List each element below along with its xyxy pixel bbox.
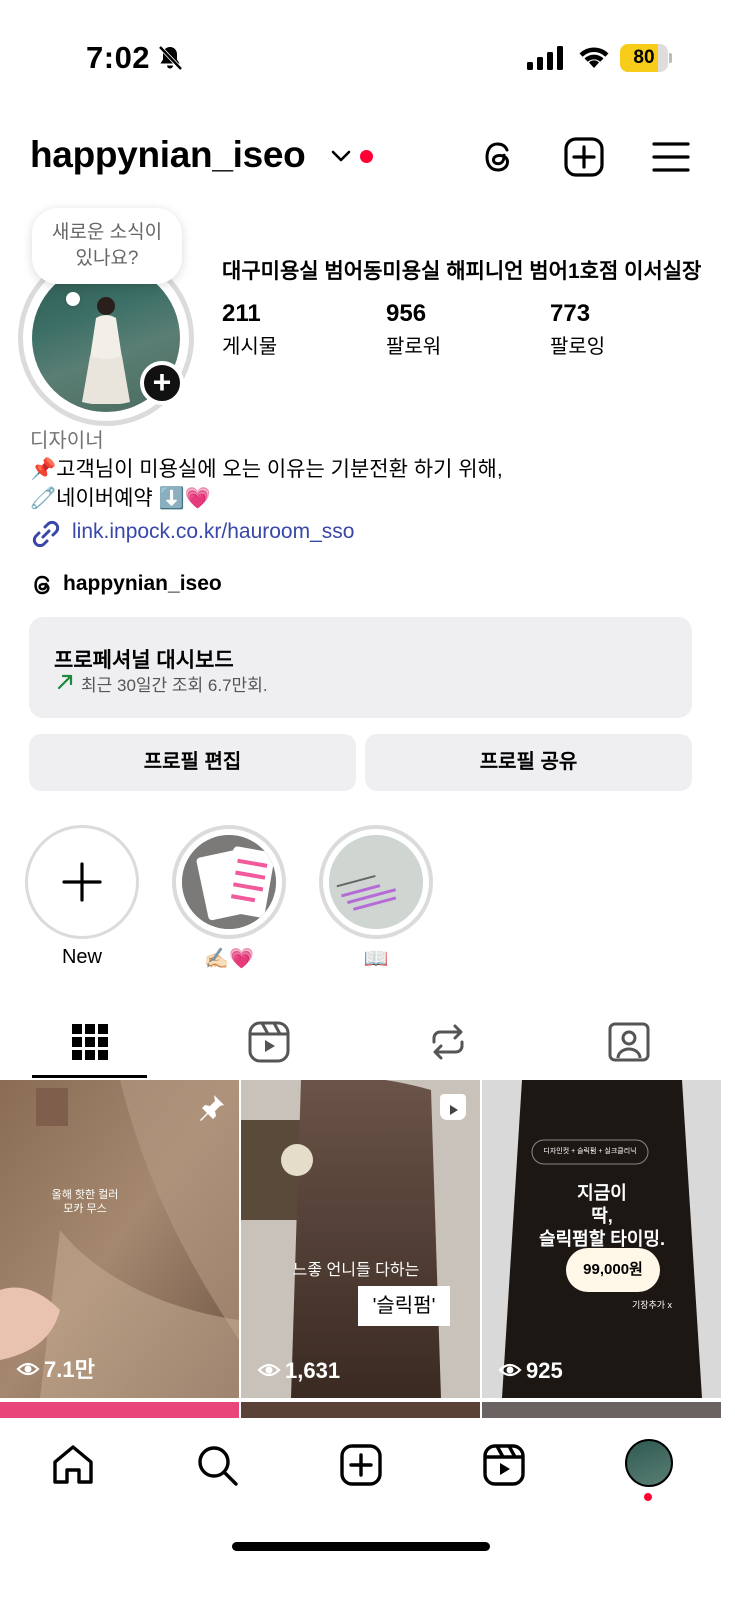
notification-dot bbox=[360, 150, 373, 163]
reel-icon bbox=[440, 1094, 466, 1120]
view-count: 1,631 bbox=[257, 1358, 340, 1384]
view-count-value: 1,631 bbox=[285, 1358, 341, 1383]
link-icon bbox=[32, 520, 60, 548]
share-profile-button[interactable]: 프로필 공유 bbox=[365, 734, 692, 791]
highlight-label: 📖 bbox=[363, 948, 389, 970]
note-text: 새로운 소식이 있나요? bbox=[51, 222, 163, 269]
post-note: 기장추가 x bbox=[631, 1300, 673, 1310]
cell-signal-icon bbox=[527, 46, 563, 70]
pin-icon bbox=[200, 1095, 224, 1121]
link-text: link.inpock.co.kr/hauroom_sso bbox=[72, 520, 355, 543]
profile-tabs bbox=[0, 1010, 735, 1080]
grid-icon[interactable] bbox=[68, 1020, 112, 1064]
highlight-item[interactable] bbox=[319, 825, 433, 939]
battery-indicator: 80 bbox=[620, 44, 672, 72]
stat-value: 211 bbox=[222, 300, 261, 327]
stat-label: 팔로잉 bbox=[550, 336, 606, 358]
chevron-down-icon[interactable] bbox=[330, 147, 352, 165]
bell-muted-icon bbox=[158, 45, 183, 71]
profile-category: 디자이너 bbox=[30, 430, 104, 452]
add-story-button[interactable]: + bbox=[140, 361, 184, 405]
reels-icon[interactable] bbox=[481, 1442, 527, 1488]
eye-icon bbox=[257, 1363, 281, 1377]
highlight-item[interactable] bbox=[172, 825, 286, 939]
search-icon[interactable] bbox=[194, 1442, 240, 1488]
trend-up-arrow-icon bbox=[57, 674, 73, 690]
post-caption-overlay: 느좋 언니들 다하는 bbox=[292, 1262, 420, 1279]
stat-following[interactable]: 773 팔로잉 bbox=[550, 300, 605, 359]
status-bar: 7:02 80 bbox=[0, 0, 735, 110]
reels-icon[interactable] bbox=[247, 1020, 291, 1064]
post-caption-overlay: 올해 핫한 컬러 모카 무스 bbox=[51, 1189, 119, 1215]
view-count: 7.1만 bbox=[16, 1352, 95, 1384]
battery-level: 80 bbox=[633, 47, 655, 68]
stat-posts[interactable]: 211 게시물 bbox=[222, 300, 277, 359]
view-count: 925 bbox=[498, 1358, 563, 1384]
dashboard-title: 프로페셔널 대시보드 bbox=[54, 649, 234, 672]
price-badge: 99,000원 bbox=[566, 1248, 660, 1292]
bio-line: 🧷네이버예약 ⬇️💗 bbox=[30, 487, 211, 510]
home-indicator bbox=[232, 1542, 490, 1551]
profile-full-name: 대구미용실 범어동미용실 해피니언 범어1호점 이서실장 bbox=[222, 260, 702, 283]
threads-handle: happynian_iseo bbox=[63, 572, 222, 595]
hamburger-menu-icon[interactable] bbox=[650, 136, 692, 178]
grid-post[interactable]: 디자인컷 + 슬릭펌 + 실크클리닉 지금이 딱, 슬릭펌할 타이밍. 99,0… bbox=[482, 1080, 721, 1398]
tagged-person-icon[interactable] bbox=[607, 1020, 651, 1064]
plus-square-icon[interactable] bbox=[563, 136, 605, 178]
notification-dot bbox=[644, 1493, 652, 1501]
create-icon[interactable] bbox=[338, 1442, 384, 1488]
post-tagline: 디자인컷 + 슬릭펌 + 실크클리닉 bbox=[543, 1148, 637, 1155]
home-icon[interactable] bbox=[50, 1442, 96, 1488]
professional-dashboard[interactable]: 프로페셔널 대시보드 최근 30일간 조회 6.7만회. bbox=[29, 617, 692, 718]
view-count-value: 7.1만 bbox=[44, 1357, 95, 1382]
eye-icon bbox=[498, 1363, 522, 1377]
stat-label: 게시물 bbox=[222, 336, 278, 358]
eye-icon bbox=[16, 1362, 40, 1376]
threads-small-icon bbox=[34, 575, 50, 595]
highlight-cover bbox=[182, 835, 276, 929]
highlight-cover bbox=[329, 835, 423, 929]
highlight-label: New bbox=[61, 946, 102, 968]
status-time: 7:02 bbox=[86, 40, 151, 75]
post-caption-overlay: 지금이 딱, 슬릭펌할 타이밍. bbox=[539, 1183, 665, 1249]
note-bubble[interactable]: 새로운 소식이 있나요? bbox=[32, 208, 182, 284]
stat-label: 팔로워 bbox=[386, 336, 442, 358]
active-tab-indicator bbox=[32, 1075, 147, 1078]
stat-value: 773 bbox=[550, 300, 591, 327]
wifi-icon bbox=[579, 47, 609, 68]
highlight-new[interactable] bbox=[25, 825, 139, 939]
profile-username[interactable]: happynian_iseo bbox=[30, 134, 306, 176]
threads-icon[interactable] bbox=[478, 136, 520, 178]
repost-icon[interactable] bbox=[426, 1020, 470, 1064]
plus-icon bbox=[62, 862, 102, 902]
bio-line: 📌고객님이 미용실에 오는 이유는 기분전환 하기 위해, bbox=[30, 458, 503, 481]
profile-avatar[interactable] bbox=[625, 1439, 673, 1487]
note-bubble-tail bbox=[66, 292, 80, 306]
highlight-label: ✍🏻💗 bbox=[204, 948, 254, 970]
grid-post[interactable]: 올해 핫한 컬러 모카 무스 7.1만 bbox=[0, 1080, 239, 1398]
stat-value: 956 bbox=[386, 300, 427, 327]
stat-followers[interactable]: 956 팔로워 bbox=[386, 300, 441, 359]
edit-profile-button[interactable]: 프로필 편집 bbox=[29, 734, 356, 791]
post-badge: '슬릭펌' bbox=[358, 1286, 450, 1326]
bottom-navigation bbox=[0, 1418, 735, 1600]
dashboard-subtitle: 최근 30일간 조회 6.7만회. bbox=[81, 676, 268, 695]
view-count-value: 925 bbox=[526, 1358, 563, 1383]
grid-post[interactable]: 느좋 언니들 다하는 '슬릭펌' 1,631 bbox=[241, 1080, 480, 1398]
